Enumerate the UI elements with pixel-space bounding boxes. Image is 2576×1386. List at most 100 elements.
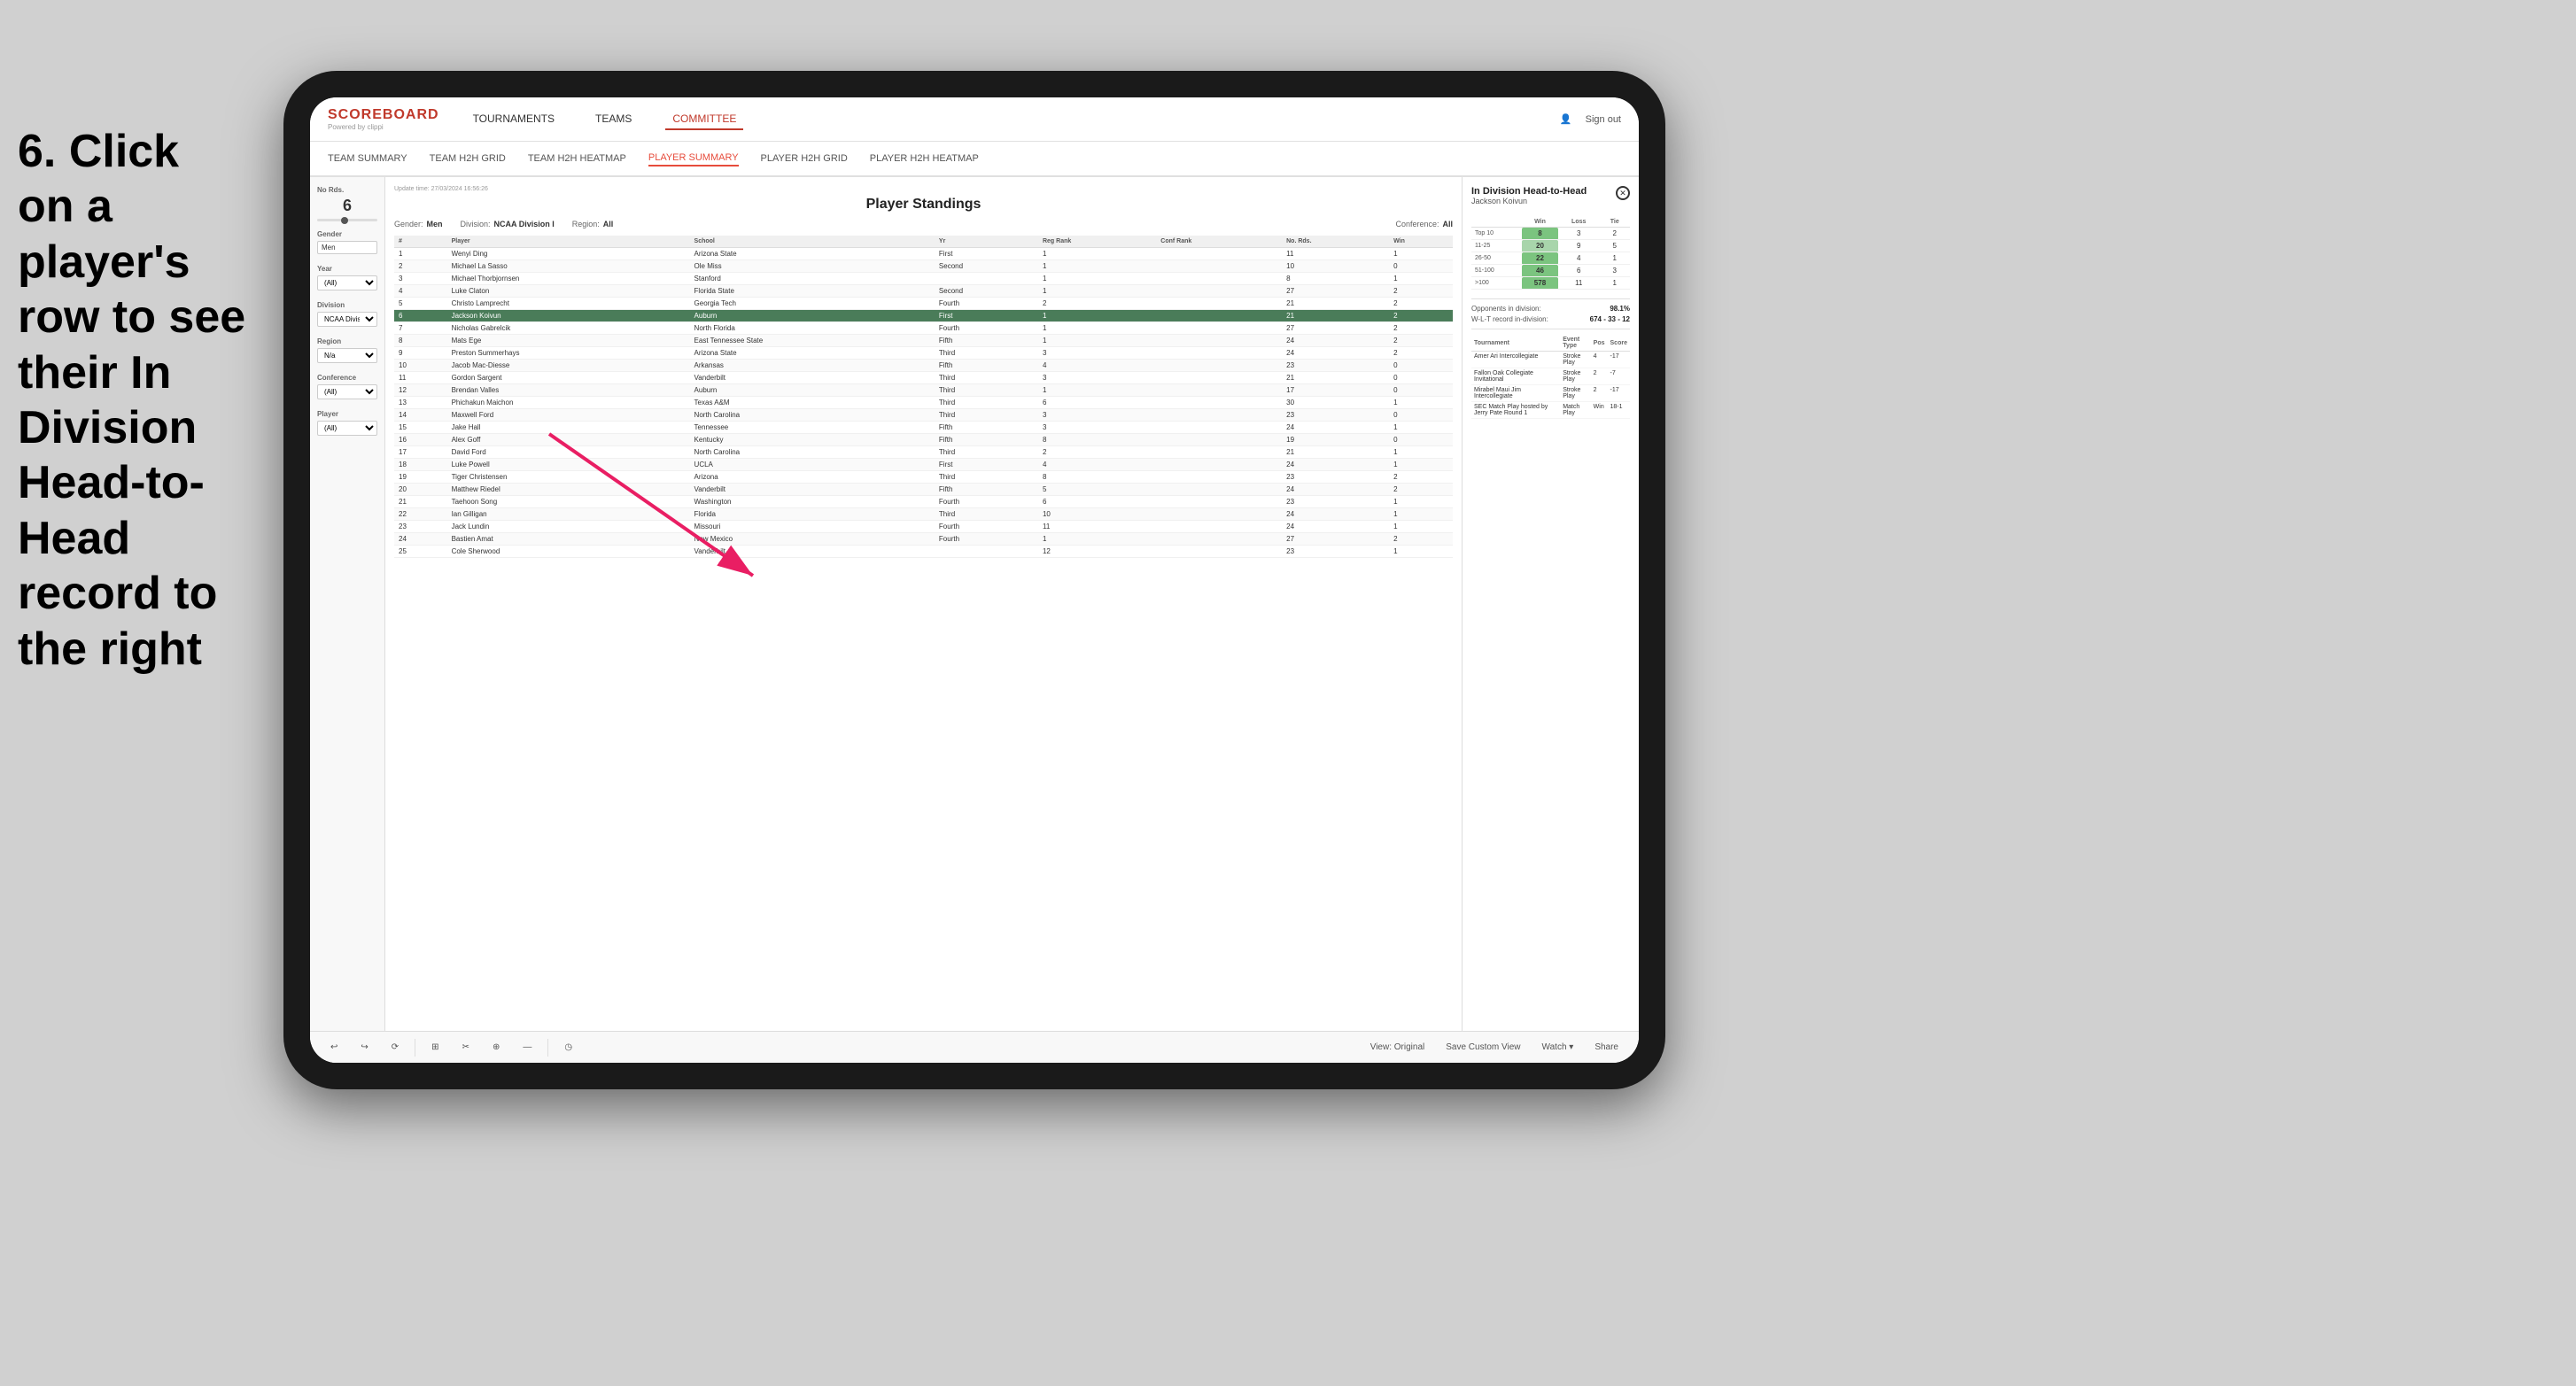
cell-win: 2: [1389, 484, 1453, 496]
toolbar-grid[interactable]: ⊞: [424, 1040, 446, 1055]
cell-win: 2: [1389, 335, 1453, 347]
cell-win: 1: [1389, 422, 1453, 434]
cell-yr: Fifth: [935, 422, 1038, 434]
h2h-close-btn[interactable]: ✕: [1616, 186, 1630, 200]
table-row[interactable]: 3 Michael Thorbjornsen Stanford 1 8 1: [394, 273, 1453, 285]
table-row[interactable]: 4 Luke Claton Florida State Second 1 27 …: [394, 285, 1453, 298]
table-row[interactable]: 7 Nicholas Gabrelcik North Florida Fourt…: [394, 322, 1453, 335]
nav-teams[interactable]: TEAMS: [588, 109, 639, 130]
tab-player-h2h-heatmap[interactable]: PLAYER H2H HEATMAP: [870, 151, 979, 166]
cell-player: Tiger Christensen: [447, 471, 690, 484]
nav-committee[interactable]: COMMITTEE: [665, 109, 743, 130]
tab-team-h2h-heatmap[interactable]: TEAM H2H HEATMAP: [528, 151, 626, 166]
cell-no-rds: 21: [1282, 372, 1389, 384]
table-row[interactable]: 5 Christo Lamprecht Georgia Tech Fourth …: [394, 298, 1453, 310]
cell-reg-rank: 1: [1038, 273, 1156, 285]
cell-no-rds: 27: [1282, 533, 1389, 546]
cell-conf-rank: [1156, 298, 1282, 310]
tab-team-summary[interactable]: TEAM SUMMARY: [328, 151, 407, 166]
gender-label: Gender: [317, 230, 377, 238]
table-row[interactable]: 18 Luke Powell UCLA First 4 24 1: [394, 459, 1453, 471]
cell-school: Arkansas: [690, 360, 935, 372]
cell-win: 0: [1389, 360, 1453, 372]
tab-player-h2h-grid[interactable]: PLAYER H2H GRID: [761, 151, 848, 166]
save-custom-btn[interactable]: Save Custom View: [1439, 1040, 1527, 1055]
cell-conf-rank: [1156, 422, 1282, 434]
year-select[interactable]: (All): [317, 275, 377, 290]
tab-player-summary[interactable]: PLAYER SUMMARY: [648, 151, 739, 166]
toolbar-undo[interactable]: ↩: [323, 1040, 345, 1055]
watch-btn[interactable]: Watch ▾: [1535, 1040, 1581, 1055]
table-row[interactable]: 13 Phichakun Maichon Texas A&M Third 6 3…: [394, 397, 1453, 409]
toolbar-add[interactable]: ⊕: [485, 1040, 507, 1055]
cell-player: Maxwell Ford: [447, 409, 690, 422]
table-row[interactable]: 11 Gordon Sargent Vanderbilt Third 3 21 …: [394, 372, 1453, 384]
cell-num: 23: [394, 521, 447, 533]
nav-tournaments[interactable]: TOURNAMENTS: [466, 109, 562, 130]
region-select[interactable]: N/a: [317, 348, 377, 363]
main-content: No Rds. 6 Gender Men Year (All): [310, 177, 1639, 1063]
table-row[interactable]: 24 Bastien Amat New Mexico Fourth 1 27 2: [394, 533, 1453, 546]
cell-num: 15: [394, 422, 447, 434]
gender-value[interactable]: Men: [317, 241, 377, 254]
table-row[interactable]: 15 Jake Hall Tennessee Fifth 3 24 1: [394, 422, 1453, 434]
table-row[interactable]: 19 Tiger Christensen Arizona Third 8 23 …: [394, 471, 1453, 484]
tour-col-name: Tournament: [1471, 335, 1560, 352]
cell-num: 5: [394, 298, 447, 310]
cell-yr: Third: [935, 409, 1038, 422]
h2h-row: >100 578 11 1: [1471, 277, 1630, 290]
table-row[interactable]: 12 Brendan Valles Auburn Third 1 17 0: [394, 384, 1453, 397]
table-row[interactable]: 20 Matthew Riedel Vanderbilt Fifth 5 24 …: [394, 484, 1453, 496]
table-row[interactable]: 23 Jack Lundin Missouri Fourth 11 24 1: [394, 521, 1453, 533]
division-select[interactable]: NCAA Division I: [317, 312, 377, 327]
conference-select[interactable]: (All): [317, 384, 377, 399]
table-row[interactable]: 16 Alex Goff Kentucky Fifth 8 19 0: [394, 434, 1453, 446]
toolbar-redo[interactable]: ↪: [353, 1040, 375, 1055]
table-row[interactable]: 21 Taehoon Song Washington Fourth 6 23 1: [394, 496, 1453, 508]
table-row[interactable]: 14 Maxwell Ford North Carolina Third 3 2…: [394, 409, 1453, 422]
no-rds-value: 6: [317, 197, 377, 215]
bottom-toolbar: ↩ ↪ ⟳ ⊞ ✂ ⊕ — ◷ View: Original Save Cust…: [310, 1031, 1639, 1063]
cell-yr: Fourth: [935, 533, 1038, 546]
cell-school: Ole Miss: [690, 260, 935, 273]
tour-score: -17: [1608, 385, 1630, 402]
h2h-opponents-value: 98.1%: [1610, 305, 1630, 313]
sign-out-btn[interactable]: Sign out: [1586, 114, 1621, 125]
table-row[interactable]: 17 David Ford North Carolina Third 2 21 …: [394, 446, 1453, 459]
h2h-wl-label: W-L-T record in-division:: [1471, 315, 1548, 323]
h2h-col-tie: Tie: [1600, 217, 1630, 228]
player-select[interactable]: (All): [317, 421, 377, 436]
table-row[interactable]: 22 Ian Gilligan Florida Third 10 24 1: [394, 508, 1453, 521]
share-btn[interactable]: Share: [1587, 1040, 1626, 1055]
toolbar-minus[interactable]: —: [516, 1040, 539, 1055]
tab-team-h2h-grid[interactable]: TEAM H2H GRID: [430, 151, 506, 166]
table-row[interactable]: 25 Cole Sherwood Vanderbilt 12 23 1: [394, 546, 1453, 558]
standings-table: # Player School Yr Reg Rank Conf Rank No…: [394, 236, 1453, 558]
cell-win: 2: [1389, 322, 1453, 335]
table-row[interactable]: 6 Jackson Koivun Auburn First 1 21 2: [394, 310, 1453, 322]
table-row[interactable]: 1 Wenyi Ding Arizona State First 1 11 1: [394, 248, 1453, 260]
cell-num: 6: [394, 310, 447, 322]
no-rds-slider[interactable]: [317, 219, 377, 221]
view-original-btn[interactable]: View: Original: [1363, 1040, 1432, 1055]
logo-area: SCOREBOARD Powered by clippi: [328, 107, 439, 131]
table-row[interactable]: 10 Jacob Mac-Diesse Arkansas Fifth 4 23 …: [394, 360, 1453, 372]
cell-player: Phichakun Maichon: [447, 397, 690, 409]
cell-win: 2: [1389, 298, 1453, 310]
cell-reg-rank: 2: [1038, 298, 1156, 310]
toolbar-sep-2: [547, 1039, 548, 1057]
cell-win: 2: [1389, 310, 1453, 322]
toolbar-refresh[interactable]: ⟳: [384, 1040, 406, 1055]
year-filter: Year (All): [317, 265, 377, 290]
toolbar-cut[interactable]: ✂: [455, 1040, 477, 1055]
tablet-frame: SCOREBOARD Powered by clippi TOURNAMENTS…: [283, 71, 1665, 1089]
table-row[interactable]: 9 Preston Summerhays Arizona State Third…: [394, 347, 1453, 360]
tour-type: Stroke Play: [1560, 352, 1590, 368]
table-row[interactable]: 2 Michael La Sasso Ole Miss Second 1 10 …: [394, 260, 1453, 273]
toolbar-clock[interactable]: ◷: [557, 1040, 579, 1055]
table-row[interactable]: 8 Mats Ege East Tennessee State Fifth 1 …: [394, 335, 1453, 347]
tournament-row: Amer Ari Intercollegiate Stroke Play 4 -…: [1471, 352, 1630, 368]
tour-name: Fallon Oak Collegiate Invitational: [1471, 368, 1560, 385]
app-logo: SCOREBOARD: [328, 107, 439, 123]
cell-school: Georgia Tech: [690, 298, 935, 310]
